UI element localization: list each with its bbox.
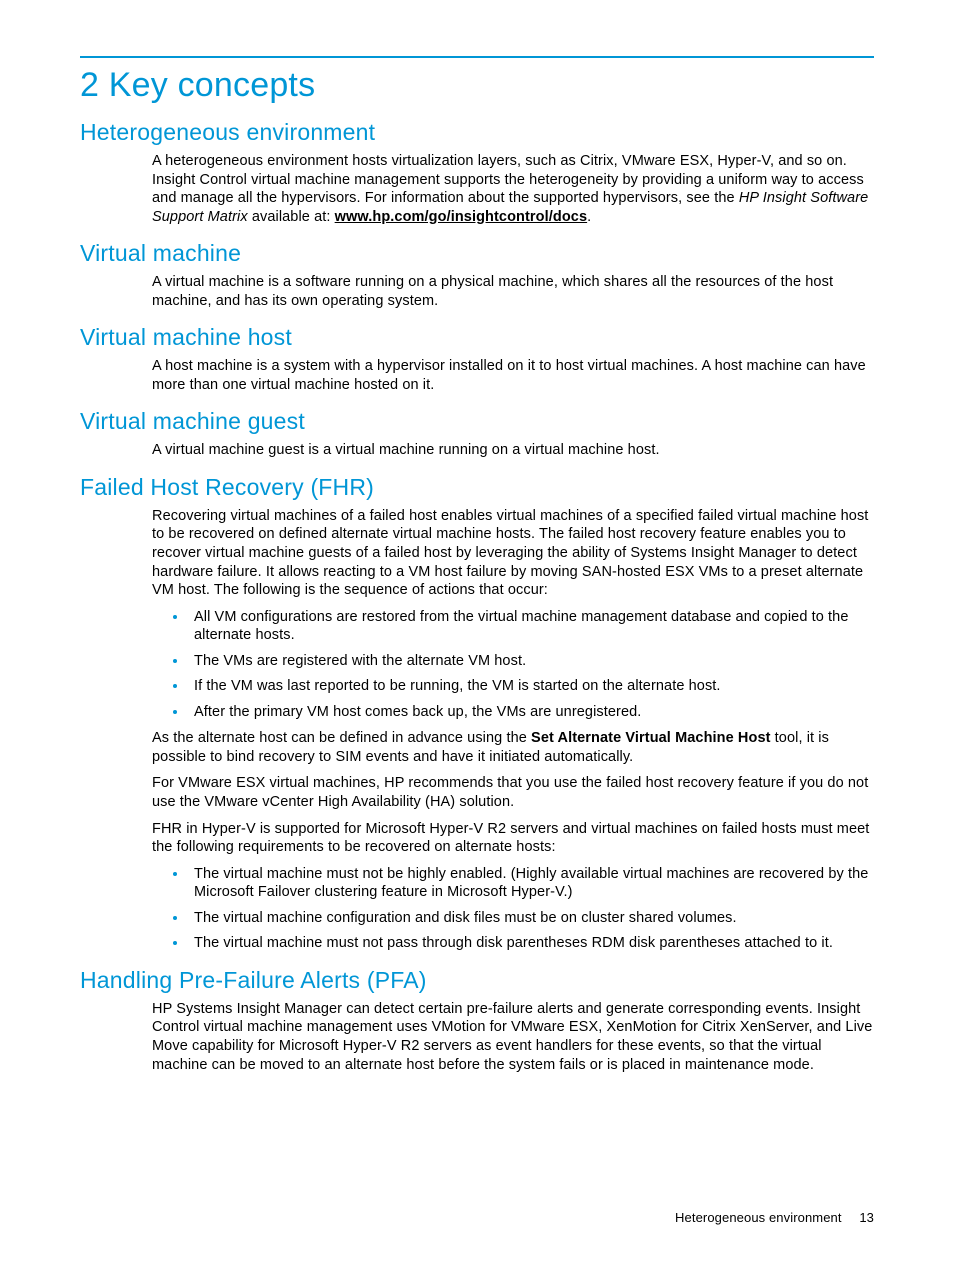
section-body: Recovering virtual machines of a failed …: [152, 507, 874, 953]
paragraph: A heterogeneous environment hosts virtua…: [152, 152, 874, 226]
list-item: All VM configurations are restored from …: [188, 608, 874, 645]
list-item: The virtual machine must not be highly e…: [188, 865, 874, 902]
heading-virtual-machine: Virtual machine: [80, 240, 874, 267]
heading-pfa: Handling Pre-Failure Alerts (PFA): [80, 967, 874, 994]
chapter-title: 2 Key concepts: [80, 66, 874, 105]
paragraph: For VMware ESX virtual machines, HP reco…: [152, 774, 874, 811]
list-item: The virtual machine configuration and di…: [188, 909, 874, 928]
list-item: After the primary VM host comes back up,…: [188, 703, 874, 722]
document-page: 2 Key concepts Heterogeneous environment…: [0, 0, 954, 1271]
page-footer: Heterogeneous environment 13: [675, 1210, 874, 1225]
section-body: A host machine is a system with a hyperv…: [152, 357, 874, 394]
paragraph: As the alternate host can be defined in …: [152, 729, 874, 766]
text: available at:: [248, 209, 335, 225]
tool-name-bold: Set Alternate Virtual Machine Host: [531, 730, 771, 746]
heading-virtual-machine-guest: Virtual machine guest: [80, 408, 874, 435]
bullet-list: The virtual machine must not be highly e…: [152, 865, 874, 953]
paragraph: Recovering virtual machines of a failed …: [152, 507, 874, 600]
list-item: The VMs are registered with the alternat…: [188, 652, 874, 671]
section-body: A virtual machine guest is a virtual mac…: [152, 441, 874, 460]
top-rule: [80, 56, 874, 58]
link-insightcontrol-docs[interactable]: www.hp.com/go/insightcontrol/docs: [335, 209, 587, 225]
page-number: 13: [859, 1210, 874, 1225]
section-body: HP Systems Insight Manager can detect ce…: [152, 1000, 874, 1074]
section-body: A virtual machine is a software running …: [152, 273, 874, 310]
list-item: The virtual machine must not pass throug…: [188, 934, 874, 953]
paragraph: A virtual machine guest is a virtual mac…: [152, 441, 874, 460]
heading-virtual-machine-host: Virtual machine host: [80, 324, 874, 351]
footer-section-label: Heterogeneous environment: [675, 1210, 842, 1225]
heading-fhr: Failed Host Recovery (FHR): [80, 474, 874, 501]
section-body: A heterogeneous environment hosts virtua…: [152, 152, 874, 226]
list-item: If the VM was last reported to be runnin…: [188, 677, 874, 696]
paragraph: A virtual machine is a software running …: [152, 273, 874, 310]
text: As the alternate host can be defined in …: [152, 730, 531, 746]
bullet-list: All VM configurations are restored from …: [152, 608, 874, 722]
paragraph: A host machine is a system with a hyperv…: [152, 357, 874, 394]
text: .: [587, 209, 591, 225]
heading-heterogeneous: Heterogeneous environment: [80, 119, 874, 146]
paragraph: FHR in Hyper-V is supported for Microsof…: [152, 820, 874, 857]
paragraph: HP Systems Insight Manager can detect ce…: [152, 1000, 874, 1074]
